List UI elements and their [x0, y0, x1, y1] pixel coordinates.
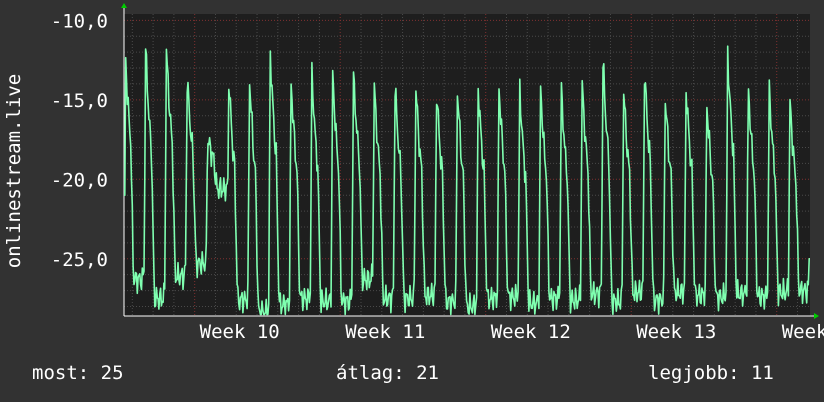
stat-current-value: 25 [100, 362, 124, 384]
y-tick-label: -10,0 [51, 10, 108, 32]
stat-current: most: 25 [32, 362, 124, 388]
x-tick-label: Week 12 [491, 321, 571, 343]
x-tick-label: Week 11 [345, 321, 425, 343]
y-axis-arrow-icon [121, 3, 127, 8]
x-tick-label: Week 10 [200, 321, 280, 343]
y-tick-label: -20,0 [51, 169, 108, 191]
stat-average-value: 21 [416, 362, 439, 384]
y-tick-label: -15,0 [51, 90, 108, 112]
stat-average-label: átlag: [336, 362, 405, 384]
stat-best-label: legjobb: [648, 362, 740, 384]
stat-best-value: 11 [750, 362, 774, 384]
graph-panel: -10,0 -15,0 -20,0 -25,0 Week 10 Week 11 Week … [0, 0, 824, 402]
y-tick-label: -25,0 [51, 249, 108, 271]
line-chart: -10,0-15,0-20,0-25,0 Week 10 Week 11 Week … [3, 3, 824, 343]
stat-best: legjobb: 11 [648, 362, 774, 388]
stat-average: átlag: 21 [336, 362, 439, 388]
x-tick-label: Week 13 [636, 321, 716, 343]
x-tick-labels: Week 10 Week 11 Week 12 Week 13 Week [200, 321, 824, 343]
x-axis-arrow-icon [814, 313, 819, 319]
stat-current-label: most: [32, 362, 90, 384]
y-tick-labels: -10,0 -15,0 -20,0 -25,0 [51, 10, 108, 270]
x-tick-label: Week [782, 321, 824, 343]
plot-area [124, 14, 810, 316]
y-axis-label: onlinestream.live [3, 74, 25, 268]
